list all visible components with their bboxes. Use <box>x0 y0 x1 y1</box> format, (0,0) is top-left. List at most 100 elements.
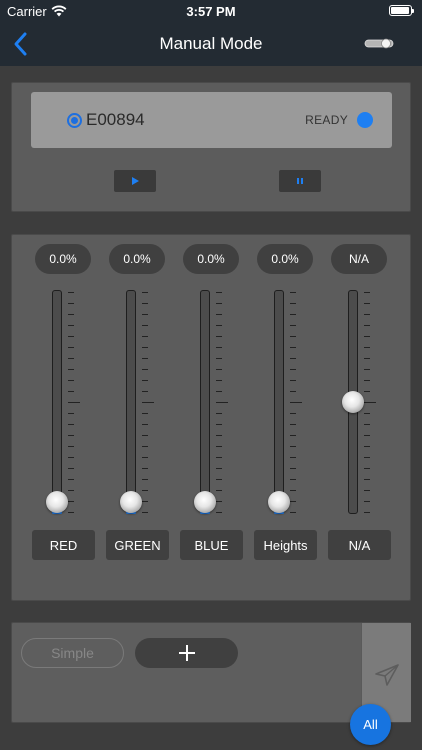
slider-tick <box>290 402 302 403</box>
slider-tick <box>142 391 148 392</box>
slider-tick <box>364 358 370 359</box>
slider-tick <box>68 347 74 348</box>
send-icon <box>375 664 399 686</box>
slider-track-red[interactable] <box>52 290 62 514</box>
slider-tick <box>364 490 370 491</box>
slider-tick <box>290 446 296 447</box>
play-button[interactable] <box>114 170 156 192</box>
slider-tick <box>142 446 148 447</box>
slider-tick <box>290 347 296 348</box>
slider-tick <box>290 413 296 414</box>
slider-tick <box>290 435 296 436</box>
slider-tick <box>290 479 296 480</box>
slider-tick <box>68 380 74 381</box>
slider-tick <box>68 325 74 326</box>
slider-tick <box>364 446 370 447</box>
slider-thumb-green[interactable] <box>120 491 142 513</box>
channel-label-green[interactable]: GREEN <box>106 530 169 560</box>
slider-tick <box>290 325 296 326</box>
slider-tick <box>290 501 296 502</box>
slider-tick <box>216 325 222 326</box>
slider-tick <box>142 369 148 370</box>
slider-tick <box>364 512 370 513</box>
slider-tick <box>364 435 370 436</box>
channel-label-na[interactable]: N/A <box>328 530 391 560</box>
slider-thumb-blue[interactable] <box>194 491 216 513</box>
slider-value-blue: 0.0% <box>183 244 239 274</box>
slider-tick <box>216 380 222 381</box>
slider-tick <box>216 446 222 447</box>
slider-thumb-heights[interactable] <box>268 491 290 513</box>
slider-tick <box>290 303 296 304</box>
status-indicator-dot <box>357 112 373 128</box>
slider-tick <box>290 292 296 293</box>
slider-tick <box>364 413 370 414</box>
slider-tick <box>364 468 370 469</box>
device-card[interactable]: E00894 READY <box>31 92 392 148</box>
slider-tick <box>142 479 148 480</box>
slider-track-green[interactable] <box>126 290 136 514</box>
slider-tick <box>216 314 222 315</box>
slider-tick <box>364 292 370 293</box>
slider-tick <box>68 490 74 491</box>
slider-tick <box>364 314 370 315</box>
slider-tick <box>68 501 74 502</box>
all-button[interactable]: All <box>350 704 391 745</box>
slider-tick <box>142 303 148 304</box>
simple-preset-button[interactable]: Simple <box>21 638 124 668</box>
slider-tick <box>290 314 296 315</box>
slider-tick <box>216 347 222 348</box>
slider-tick <box>290 490 296 491</box>
channel-label-red[interactable]: RED <box>32 530 95 560</box>
slider-tick <box>68 435 74 436</box>
slider-tick <box>142 457 148 458</box>
pause-icon <box>297 178 303 184</box>
slider-tick <box>364 479 370 480</box>
slider-thumb-red[interactable] <box>46 491 68 513</box>
slider-tick <box>364 391 370 392</box>
slider-tick <box>142 314 148 315</box>
slider-value-green: 0.0% <box>109 244 165 274</box>
slider-tick <box>68 468 74 469</box>
slider-tick <box>216 501 222 502</box>
toggle-switch-icon[interactable] <box>364 38 394 49</box>
slider-tick <box>216 358 222 359</box>
slider-tick <box>68 358 74 359</box>
slider-tick <box>364 457 370 458</box>
status-time: 3:57 PM <box>186 4 236 19</box>
slider-tick <box>142 402 154 403</box>
slider-value-na: N/A <box>331 244 387 274</box>
radio-selected-icon[interactable] <box>67 113 82 128</box>
status-bar: Carrier 3:57 PM <box>0 0 422 22</box>
slider-tick <box>290 457 296 458</box>
slider-tick <box>142 512 148 513</box>
slider-tick <box>68 303 74 304</box>
slider-tick <box>290 468 296 469</box>
slider-scale <box>216 292 228 513</box>
slider-track-blue[interactable] <box>200 290 210 514</box>
plus-icon <box>178 645 195 661</box>
slider-tick <box>216 292 222 293</box>
slider-tick <box>142 468 148 469</box>
slider-tick <box>216 490 222 491</box>
slider-track-heights[interactable] <box>274 290 284 514</box>
slider-tick <box>216 413 222 414</box>
add-preset-button[interactable] <box>135 638 238 668</box>
pause-button[interactable] <box>279 170 321 192</box>
slider-value-heights: 0.0% <box>257 244 313 274</box>
channel-label-blue[interactable]: BLUE <box>180 530 243 560</box>
slider-tick <box>290 391 296 392</box>
play-icon <box>132 177 139 185</box>
slider-tick <box>142 380 148 381</box>
slider-tick <box>142 325 148 326</box>
slider-tick <box>68 336 74 337</box>
slider-tick <box>216 468 222 469</box>
slider-tick <box>216 479 222 480</box>
page-title: Manual Mode <box>159 34 263 53</box>
slider-tick <box>142 490 148 491</box>
slider-thumb-na[interactable] <box>342 391 364 413</box>
slider-tick <box>216 402 228 403</box>
preset-panel: Simple <box>11 622 411 723</box>
slider-tick <box>142 501 148 502</box>
channel-label-heights[interactable]: Heights <box>254 530 317 560</box>
